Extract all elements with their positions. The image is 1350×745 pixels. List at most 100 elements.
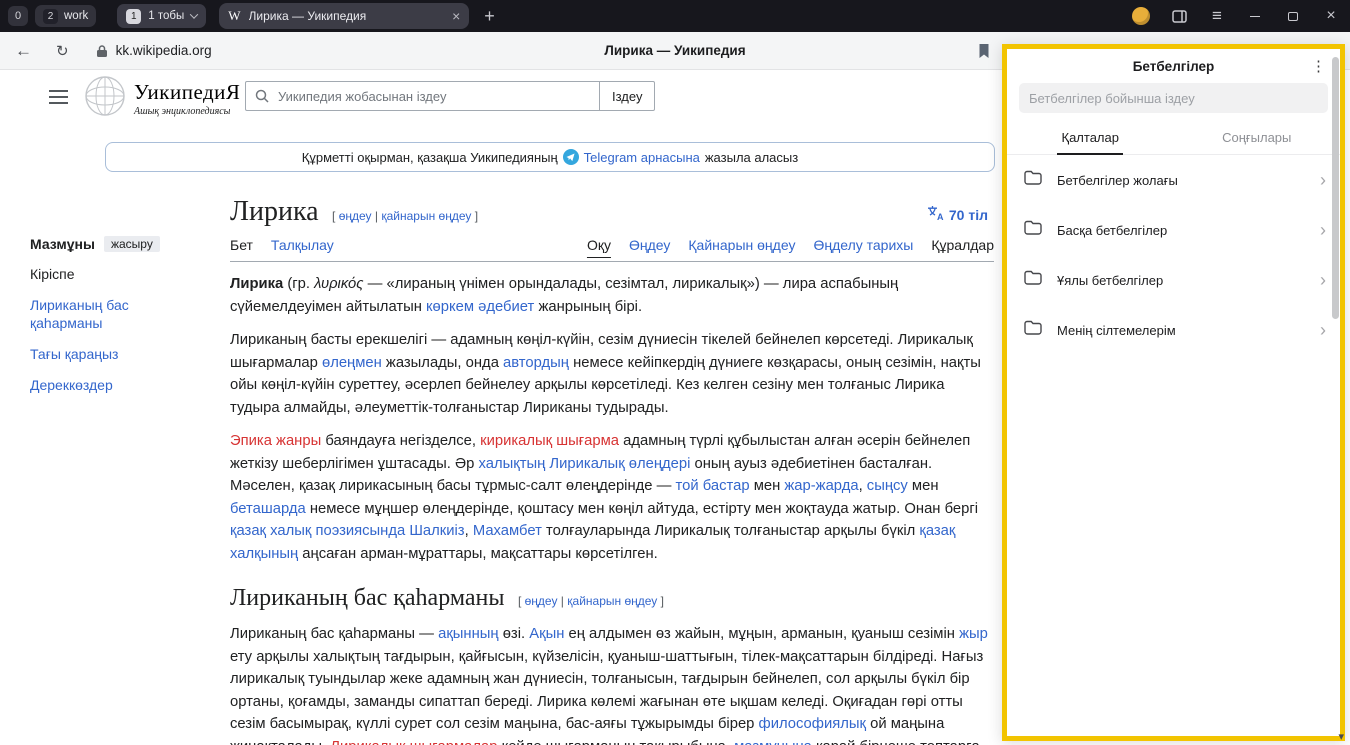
- minimize-button[interactable]: [1236, 0, 1274, 32]
- wiki-link[interactable]: той бастар: [676, 478, 750, 494]
- wiki-link[interactable]: қазақ халық поэзиясында: [230, 523, 405, 539]
- text-run: Лирика: [230, 276, 283, 292]
- bookmarks-search-input[interactable]: [1019, 83, 1328, 113]
- wiki-link[interactable]: Эпика жанры: [230, 433, 321, 449]
- bookmark-flag-icon[interactable]: [978, 43, 990, 64]
- chevron-right-icon: ›: [1320, 171, 1326, 189]
- wiki-link[interactable]: өңдеу: [339, 209, 372, 223]
- wiki-link[interactable]: Ақын: [529, 626, 564, 642]
- wiki-link[interactable]: жар-жарда: [784, 478, 858, 494]
- text-run: баяндауға негізделсе,: [321, 433, 480, 449]
- article-title: Лирика: [230, 196, 319, 227]
- kebab-menu-icon[interactable]: ⋮: [1311, 57, 1326, 75]
- tab-page[interactable]: Бет: [230, 237, 253, 253]
- language-selector[interactable]: A 70 тіл: [927, 205, 988, 224]
- side-panels-icon[interactable]: [1160, 0, 1198, 32]
- scrollbar-down-arrow[interactable]: ▾: [1338, 730, 1344, 743]
- bookmark-folder-mobile[interactable]: Ұялы бетбелгілер ›: [1007, 255, 1340, 305]
- url-text[interactable]: kk.wikipedia.org: [116, 43, 212, 58]
- paragraph-3: Эпика жанры баяндауға негізделсе, кирика…: [230, 430, 994, 565]
- toc-item-sources[interactable]: Дереккөздер: [30, 376, 180, 394]
- bookmarks-panel: Бетбелгілер ⋮ Қалталар Соңғылары Бетбелг…: [1002, 44, 1345, 741]
- text-run: ,: [859, 478, 867, 494]
- toc-item-see-also[interactable]: Тағы қараңыз: [30, 345, 180, 363]
- tab-history[interactable]: Өңделу тарихы: [813, 237, 913, 253]
- folder-label: Ұялы бетбелгілер: [1057, 273, 1306, 288]
- article: Лирика [ өңдеу | қайнарын өңдеу ] A 70 т…: [230, 196, 994, 745]
- tab-group[interactable]: 1 1 тобы: [117, 4, 206, 28]
- tab-edit-source[interactable]: Қайнарын өңдеу: [688, 237, 795, 253]
- folder-icon: [1023, 169, 1043, 191]
- bookmark-folder-my-links[interactable]: Менің сілтемелерім ›: [1007, 305, 1340, 355]
- wiki-link[interactable]: ақынның: [438, 626, 499, 642]
- close-button[interactable]: ×: [1312, 0, 1350, 32]
- maximize-button[interactable]: [1274, 0, 1312, 32]
- panel-scrollbar[interactable]: [1332, 57, 1339, 697]
- tab-close-icon[interactable]: ×: [452, 9, 460, 23]
- workspace-zero-badge[interactable]: 0: [8, 6, 28, 26]
- wikipedia-logo[interactable]: [84, 75, 126, 122]
- titlebar-controls: ≡ ×: [1122, 0, 1350, 32]
- text-run: λυρικός: [314, 276, 363, 292]
- paragraph-1: Лирика (гр. λυρικός — «лираның үнімен ор…: [230, 273, 994, 318]
- wiki-link[interactable]: қайнарын өңдеу: [567, 594, 657, 608]
- banner-text-after: жазыла аласыз: [705, 150, 798, 165]
- scrollbar-thumb[interactable]: [1332, 57, 1339, 319]
- tab-tools[interactable]: Құралдар: [931, 237, 994, 253]
- text-run: [: [518, 594, 525, 608]
- wikipedia-favicon: W: [228, 8, 240, 24]
- page-tabs: Бет Талқылау Оқу Өңдеу Қайнарын өңдеу Өң…: [230, 237, 994, 262]
- wiki-link[interactable]: Махамбет: [473, 523, 542, 539]
- wiki-link[interactable]: халықтың: [479, 456, 546, 472]
- menu-icon[interactable]: ≡: [1198, 0, 1236, 32]
- tab-read[interactable]: Оқу: [587, 237, 611, 253]
- wiki-link[interactable]: философиялық: [759, 716, 866, 732]
- workspace-count: 2: [43, 9, 58, 24]
- wiki-link[interactable]: өңдеу: [525, 594, 558, 608]
- hamburger-menu-icon[interactable]: [49, 90, 68, 108]
- telegram-link[interactable]: Telegram арнасына: [584, 150, 700, 165]
- search-input[interactable]: [245, 81, 600, 111]
- wiki-link[interactable]: беташарда: [230, 501, 306, 517]
- language-count: 70 тіл: [949, 207, 988, 223]
- workspace-work[interactable]: 2 work: [35, 5, 96, 27]
- wiki-link[interactable]: мазмұнына: [734, 739, 812, 745]
- wiki-link[interactable]: Лирикалық шығармалар: [330, 739, 497, 745]
- wiki-link[interactable]: кирикалық шығарма: [480, 433, 619, 449]
- toc-item-hero[interactable]: Лириканың бас қаһарманы: [30, 296, 180, 332]
- wikipedia-wordmark[interactable]: УикипедиЯ Ашық энциклопедиясы: [134, 80, 240, 117]
- browser-tab-active[interactable]: W Лирика — Уикипедия ×: [219, 3, 469, 29]
- wiki-link[interactable]: өлеңмен: [322, 355, 382, 371]
- profile-icon[interactable]: [1122, 0, 1160, 32]
- tab-folders[interactable]: Қалталар: [1007, 125, 1174, 154]
- back-icon[interactable]: ←: [15, 41, 32, 61]
- bookmarks-tabs: Қалталар Соңғылары: [1007, 125, 1340, 155]
- translate-icon: A: [927, 205, 944, 224]
- wiki-link[interactable]: Лирикалық өлеңдері: [549, 456, 690, 472]
- text-run: ең алдымен өз жайын, мұңын, арманын, қуа…: [564, 626, 959, 642]
- search-button[interactable]: Іздеу: [599, 81, 655, 111]
- wiki-link[interactable]: көркем әдебиет: [426, 299, 534, 315]
- bookmark-folder-other[interactable]: Басқа бетбелгілер ›: [1007, 205, 1340, 255]
- wiki-link[interactable]: Шалкиіз: [409, 523, 464, 539]
- text-run: [: [332, 209, 339, 223]
- tab-group-count: 1: [126, 9, 141, 24]
- tab-edit[interactable]: Өңдеу: [629, 237, 670, 253]
- wiki-link[interactable]: сыңсу: [867, 478, 908, 494]
- tab-talk[interactable]: Талқылау: [271, 237, 334, 253]
- toc-item-intro[interactable]: Кіріспе: [30, 265, 216, 283]
- bookmark-folder-bar[interactable]: Бетбелгілер жолағы ›: [1007, 155, 1340, 205]
- text-run: мен: [908, 478, 939, 494]
- tab-strip: 0 2 work 1 1 тобы W Лирика — Уикипедия ×…: [0, 3, 495, 29]
- telegram-icon: [563, 149, 579, 165]
- tab-recent[interactable]: Соңғылары: [1174, 125, 1341, 154]
- reload-icon[interactable]: ↻: [56, 42, 69, 60]
- wiki-link[interactable]: қайнарын өңдеу: [381, 209, 471, 223]
- wiki-link[interactable]: жыр: [959, 626, 988, 642]
- edit-links: [ өңдеу | қайнарын өңдеу ]: [332, 209, 478, 223]
- new-tab-button[interactable]: +: [484, 6, 495, 27]
- wiki-link[interactable]: автордың: [503, 355, 569, 371]
- lock-icon[interactable]: [96, 44, 108, 58]
- table-of-contents: Мазмұны жасыру Кіріспе Лириканың бас қаһ…: [30, 236, 216, 394]
- toc-hide-button[interactable]: жасыру: [104, 236, 160, 252]
